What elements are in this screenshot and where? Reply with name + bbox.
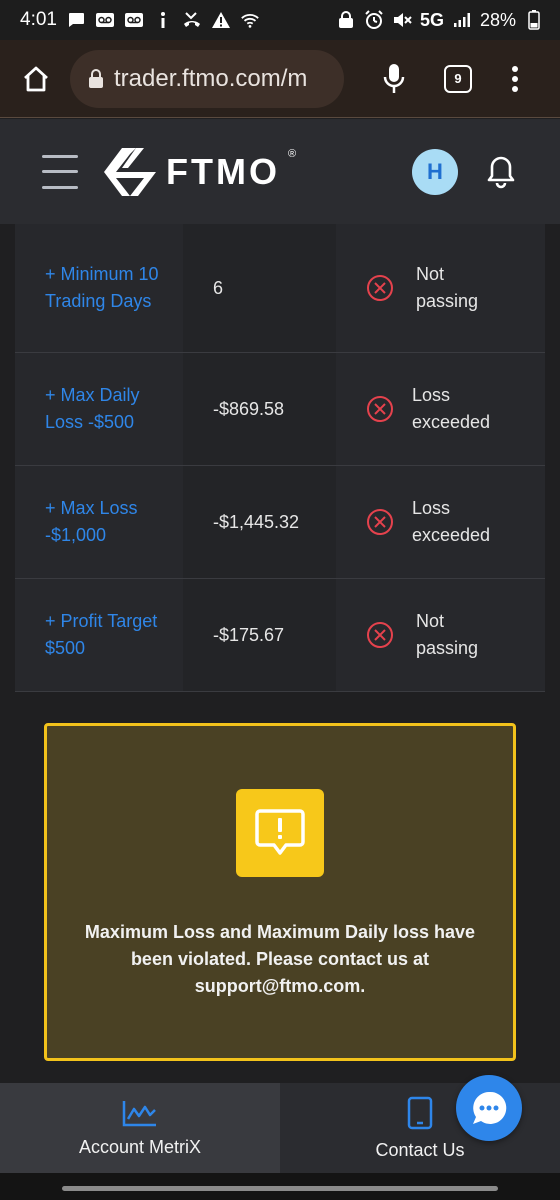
browser-toolbar: trader.ftmo.com/m 9 xyxy=(0,40,560,118)
objective-status: Loss exceeded xyxy=(412,385,491,432)
hamburger-line xyxy=(42,170,78,173)
failed-x-icon xyxy=(367,396,393,422)
failed-x-icon xyxy=(367,509,393,535)
home-icon xyxy=(24,66,48,91)
objective-result: -$175.67 xyxy=(183,579,336,691)
ftmo-logo-mark xyxy=(104,147,156,196)
nav-label: Account MetriX xyxy=(78,1136,202,1157)
violation-message: Maximum Loss and Maximum Daily loss have… xyxy=(84,922,476,996)
more-vertical-icon xyxy=(512,65,518,92)
ftmo-logo[interactable]: FTMO ® xyxy=(102,146,296,198)
objective-result: -$1,445.32 xyxy=(183,466,336,578)
objective-name-link[interactable]: + Profit Target $500 xyxy=(45,608,171,662)
user-avatar[interactable]: H xyxy=(412,148,458,195)
objective-name-link[interactable]: + Max Loss -$1,000 xyxy=(45,495,171,549)
objective-result: 6 xyxy=(183,224,336,352)
voicemail-icon-2 xyxy=(124,10,144,30)
app-header: FTMO ® H xyxy=(0,119,560,224)
message-icon xyxy=(66,10,86,30)
objective-status: Not passing xyxy=(416,611,479,658)
notifications-button[interactable] xyxy=(484,154,518,190)
objective-row: + Max Loss -$1,000 -$1,445.32 Loss excee… xyxy=(15,466,545,579)
menu-button[interactable] xyxy=(42,154,78,189)
battery-icon xyxy=(524,10,544,30)
logo-registered-mark: ® xyxy=(287,147,297,160)
phone-icon xyxy=(407,1096,433,1129)
signal-icon xyxy=(452,10,472,30)
warning-message-icon xyxy=(236,789,324,877)
home-button[interactable] xyxy=(16,59,56,99)
objective-row: + Max Daily Loss -$500 -$869.58 Loss exc… xyxy=(15,353,545,466)
lock-rotate-icon xyxy=(336,10,356,30)
objective-status: Not passing xyxy=(416,264,479,311)
main-content: + Minimum 10 Trading Days 6 Not passing … xyxy=(0,224,560,1084)
lock-icon xyxy=(89,68,103,88)
failed-x-icon xyxy=(367,622,393,648)
gesture-handle[interactable] xyxy=(62,1186,498,1191)
logo-text: FTMO xyxy=(166,150,280,192)
hamburger-line xyxy=(42,154,78,158)
network-type: 5G xyxy=(419,9,444,30)
bell-icon xyxy=(487,156,515,188)
missed-call-icon xyxy=(182,10,202,30)
alert-icon xyxy=(211,10,231,30)
microphone-icon xyxy=(383,63,405,93)
battery-percent: 28% xyxy=(479,9,516,30)
failed-x-icon xyxy=(367,275,393,301)
url-text: trader.ftmo.com/m xyxy=(114,64,308,92)
objective-row: + Profit Target $500 -$175.67 Not passin… xyxy=(15,579,545,692)
status-bar: 4:01 5G 28% xyxy=(0,0,560,40)
mute-icon xyxy=(392,10,412,30)
objective-status: Loss exceeded xyxy=(412,498,491,545)
violation-warning-box: Maximum Loss and Maximum Daily loss have… xyxy=(44,723,516,1061)
objective-name-link[interactable]: + Minimum 10 Trading Days xyxy=(45,261,171,315)
status-time: 4:01 xyxy=(20,9,57,30)
trading-objectives-table: + Minimum 10 Trading Days 6 Not passing … xyxy=(15,224,545,692)
voicemail-icon xyxy=(95,10,115,30)
chat-bubble-icon xyxy=(473,1091,507,1124)
hamburger-line xyxy=(42,185,78,189)
tab-switcher-button[interactable]: 9 xyxy=(444,64,472,93)
chat-button[interactable] xyxy=(456,1075,522,1141)
voice-search-button[interactable] xyxy=(374,59,414,99)
alarm-icon xyxy=(364,10,384,30)
nav-account-metrix[interactable]: Account MetriX xyxy=(0,1083,280,1173)
objective-name-link[interactable]: + Max Daily Loss -$500 xyxy=(45,382,171,436)
browser-menu-button[interactable] xyxy=(500,59,530,99)
wifi-question-icon xyxy=(240,10,260,30)
nav-label: Contact Us xyxy=(375,1139,465,1160)
chart-line-icon xyxy=(122,1100,156,1126)
objective-row: + Minimum 10 Trading Days 6 Not passing xyxy=(15,224,545,353)
objective-result: -$869.58 xyxy=(183,353,336,465)
info-icon xyxy=(153,10,173,30)
address-bar[interactable]: trader.ftmo.com/m xyxy=(70,49,344,108)
